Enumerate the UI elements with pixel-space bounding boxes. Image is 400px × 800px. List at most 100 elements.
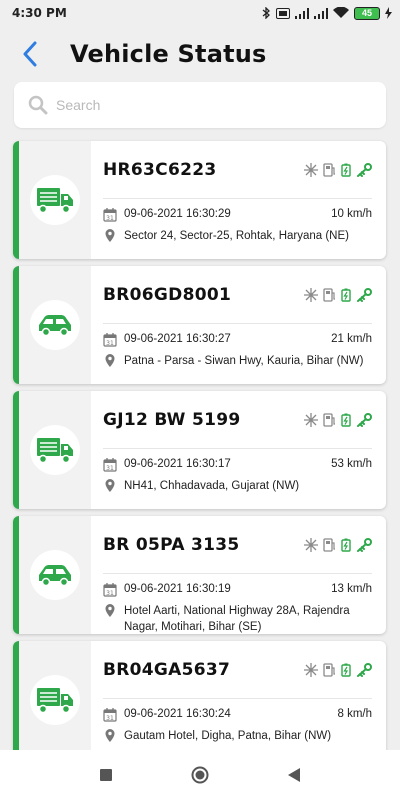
vehicle-card[interactable]: BR04GA5637 31 09-06-2021 16:30:24 8 km/h… <box>13 641 386 759</box>
charging-icon <box>385 7 392 19</box>
datetime-row: 31 09-06-2021 16:30:27 21 km/h <box>103 333 372 347</box>
battery-icon <box>341 163 351 177</box>
signal-icon-2 <box>314 7 328 19</box>
fuel-icon <box>323 537 335 552</box>
truck-icon <box>37 438 73 464</box>
location-row: Patna - Parsa - Siwan Hwy, Kauria, Bihar… <box>103 353 372 369</box>
truck-icon <box>37 688 73 714</box>
app-header: Vehicle Status <box>0 26 400 82</box>
car-icon <box>39 315 71 337</box>
back-button[interactable] <box>18 37 42 71</box>
key-icon <box>357 412 372 427</box>
card-body: HR63C6223 31 09-06-2021 16:30:29 10 km/h… <box>91 141 386 259</box>
key-icon <box>357 162 372 177</box>
battery-icon <box>341 288 351 302</box>
battery-icon <box>341 538 351 552</box>
search-bar[interactable] <box>14 82 386 128</box>
vehicle-location: Sector 24, Sector-25, Rohtak, Haryana (N… <box>124 230 349 242</box>
vehicle-speed: 53 km/h <box>331 458 372 470</box>
vehicle-plate: HR63C6223 <box>103 159 217 180</box>
vehicle-card[interactable]: BR 05PA 3135 31 09-06-2021 16:30:19 13 k… <box>13 516 386 634</box>
snowflake-icon <box>304 537 318 552</box>
card-body: GJ12 BW 5199 31 09-06-2021 16:30:17 53 k… <box>91 391 386 509</box>
vehicle-plate: BR 05PA 3135 <box>103 534 240 555</box>
card-body: BR04GA5637 31 09-06-2021 16:30:24 8 km/h… <box>91 641 386 759</box>
snowflake-icon <box>304 412 318 427</box>
snowflake-icon <box>304 287 318 302</box>
calendar-icon: 31 <box>103 708 117 722</box>
card-header: BR06GD8001 <box>103 266 372 324</box>
fuel-icon <box>323 287 335 302</box>
status-icons: 45 <box>262 6 392 20</box>
fuel-icon <box>323 412 335 427</box>
vehicle-avatar <box>30 175 80 225</box>
vehicle-card[interactable]: HR63C6223 31 09-06-2021 16:30:29 10 km/h… <box>13 141 386 259</box>
card-body: BR06GD8001 31 09-06-2021 16:30:27 21 km/… <box>91 266 386 384</box>
battery-indicator: 45 <box>354 6 380 20</box>
search-icon <box>28 95 48 115</box>
svg-text:31: 31 <box>106 215 114 222</box>
datetime-row: 31 09-06-2021 16:30:19 13 km/h <box>103 583 372 597</box>
vehicle-plate: BR04GA5637 <box>103 659 231 680</box>
vehicle-speed: 10 km/h <box>331 208 372 220</box>
location-pin-icon <box>105 229 115 242</box>
card-header: BR 05PA 3135 <box>103 516 372 574</box>
car-icon <box>39 565 71 587</box>
last-update-time: 09-06-2021 16:30:29 <box>124 208 231 220</box>
status-time: 4:30 PM <box>12 6 67 20</box>
key-icon <box>357 537 372 552</box>
card-header: GJ12 BW 5199 <box>103 391 372 449</box>
location-row: Sector 24, Sector-25, Rohtak, Haryana (N… <box>103 228 372 244</box>
vehicle-speed: 8 km/h <box>337 708 372 720</box>
vehicle-avatar <box>30 550 80 600</box>
system-nav-bar <box>0 750 400 800</box>
vehicle-speed: 13 km/h <box>331 583 372 595</box>
location-row: NH41, Chhadavada, Gujarat (NW) <box>103 478 372 494</box>
location-pin-icon <box>105 479 115 492</box>
calendar-icon: 31 <box>103 208 117 222</box>
truck-icon <box>37 188 73 214</box>
vehicle-location: Hotel Aarti, National Highway 28A, Rajen… <box>124 605 350 633</box>
vehicle-location: Gautam Hotel, Digha, Patna, Bihar (NW) <box>124 730 332 742</box>
last-update-time: 09-06-2021 16:30:24 <box>124 708 231 720</box>
vehicle-plate: GJ12 BW 5199 <box>103 409 241 430</box>
vehicle-avatar <box>30 425 80 475</box>
home-button[interactable] <box>188 763 212 787</box>
page-title: Vehicle Status <box>70 40 267 68</box>
last-update-time: 09-06-2021 16:30:27 <box>124 333 231 345</box>
svg-text:31: 31 <box>106 340 114 347</box>
last-update-time: 09-06-2021 16:30:17 <box>124 458 231 470</box>
signal-icon <box>295 7 309 19</box>
vehicle-card[interactable]: GJ12 BW 5199 31 09-06-2021 16:30:17 53 k… <box>13 391 386 509</box>
square-icon <box>100 769 112 781</box>
location-pin-icon <box>105 604 115 617</box>
key-icon <box>357 662 372 677</box>
vehicle-icon-panel <box>19 141 91 259</box>
arrow-left-icon <box>23 41 37 67</box>
vehicle-icon-panel <box>19 266 91 384</box>
vehicle-location: Patna - Parsa - Siwan Hwy, Kauria, Bihar… <box>124 355 364 367</box>
status-indicators <box>304 162 372 177</box>
back-nav-button[interactable] <box>282 763 306 787</box>
svg-text:31: 31 <box>106 590 114 597</box>
location-pin-icon <box>105 729 115 742</box>
vehicle-card[interactable]: BR06GD8001 31 09-06-2021 16:30:27 21 km/… <box>13 266 386 384</box>
calendar-icon: 31 <box>103 333 117 347</box>
key-icon <box>357 287 372 302</box>
battery-icon <box>341 413 351 427</box>
card-header: HR63C6223 <box>103 141 372 199</box>
vehicle-icon-panel <box>19 391 91 509</box>
vehicle-avatar <box>30 675 80 725</box>
volte-icon <box>276 7 290 19</box>
search-input[interactable] <box>56 97 356 113</box>
fuel-icon <box>323 662 335 677</box>
datetime-row: 31 09-06-2021 16:30:29 10 km/h <box>103 208 372 222</box>
location-row: Gautam Hotel, Digha, Patna, Bihar (NW) <box>103 728 372 744</box>
battery-icon <box>341 663 351 677</box>
fuel-icon <box>323 162 335 177</box>
datetime-row: 31 09-06-2021 16:30:17 53 km/h <box>103 458 372 472</box>
recents-button[interactable] <box>94 763 118 787</box>
vehicle-list: HR63C6223 31 09-06-2021 16:30:29 10 km/h… <box>13 141 386 766</box>
triangle-back-icon <box>288 768 300 782</box>
vehicle-plate: BR06GD8001 <box>103 284 232 305</box>
